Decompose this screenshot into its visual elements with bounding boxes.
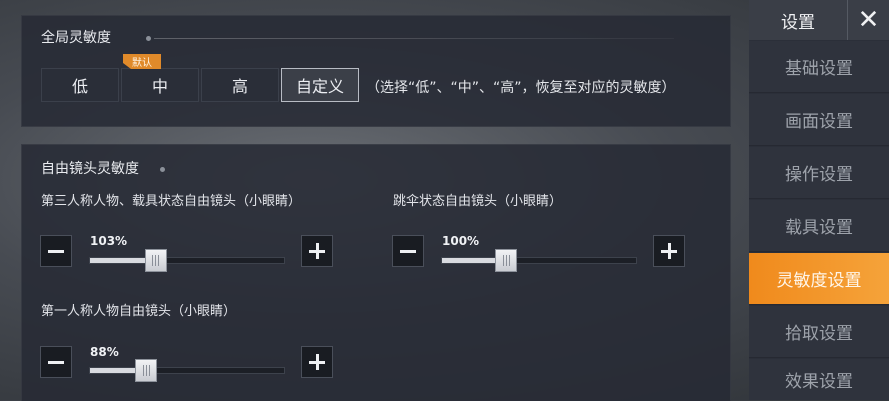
slider-thumb[interactable] bbox=[144, 249, 167, 272]
increase-button[interactable] bbox=[301, 346, 333, 378]
sensitivity-option-low[interactable]: 低 bbox=[41, 68, 119, 102]
slider-label-first-person: 第一人称人物自由镜头（小眼睛） bbox=[41, 304, 237, 319]
plus-icon-vertical bbox=[667, 243, 671, 259]
slider-track-first-person[interactable] bbox=[89, 359, 285, 382]
option-label: 中 bbox=[151, 77, 168, 96]
minus-icon bbox=[48, 360, 64, 364]
increase-button[interactable] bbox=[301, 235, 333, 267]
section-title-free-look: 自由镜头灵敏度 bbox=[41, 161, 139, 177]
sidebar-item-sensitivity[interactable]: 灵敏度设置 bbox=[749, 253, 889, 305]
global-sensitivity-panel: 全局灵敏度 低 中 默认 高 自定义 （选择“低”、“中”、“高”，恢复至对应的… bbox=[21, 15, 731, 127]
sidebar-item-vehicle[interactable]: 载具设置 bbox=[749, 200, 889, 252]
title-dot-icon bbox=[146, 36, 151, 41]
slider-value: 103% bbox=[90, 234, 128, 248]
minus-icon bbox=[400, 249, 416, 253]
option-label: 自定义 bbox=[295, 77, 344, 96]
decrease-button[interactable] bbox=[40, 235, 72, 267]
settings-sidebar: 设置 ✕ 基础设置 画面设置 操作设置 载具设置 灵敏度设置 拾取设置 效果设置 bbox=[749, 0, 889, 400]
title-divider bbox=[154, 38, 674, 39]
sidebar-item-graphics[interactable]: 画面设置 bbox=[749, 94, 889, 146]
minus-icon bbox=[48, 249, 64, 253]
section-title-global: 全局灵敏度 bbox=[41, 30, 111, 46]
slider-thumb[interactable] bbox=[495, 249, 518, 272]
sensitivity-hint: （选择“低”、“中”、“高”，恢复至对应的灵敏度） bbox=[366, 80, 676, 96]
sidebar-item-basic[interactable]: 基础设置 bbox=[749, 41, 889, 93]
slider-thumb[interactable] bbox=[135, 359, 158, 382]
plus-icon-vertical bbox=[315, 243, 319, 259]
sensitivity-option-custom[interactable]: 自定义 bbox=[281, 68, 359, 102]
sidebar-item-pickup[interactable]: 拾取设置 bbox=[749, 306, 889, 358]
option-label: 高 bbox=[231, 77, 248, 96]
free-look-panel: 自由镜头灵敏度 第三人称人物、载具状态自由镜头（小眼睛） 103% 跳伞状态自由… bbox=[21, 144, 731, 401]
close-icon: ✕ bbox=[857, 5, 880, 35]
title-dot-icon bbox=[160, 167, 165, 172]
sidebar-title: 设置 bbox=[781, 12, 815, 33]
sensitivity-option-high[interactable]: 高 bbox=[201, 68, 279, 102]
slider-label-parachute: 跳伞状态自由镜头（小眼睛） bbox=[393, 194, 563, 209]
sidebar-item-controls[interactable]: 操作设置 bbox=[749, 147, 889, 199]
decrease-button[interactable] bbox=[40, 346, 72, 378]
sidebar-header: 设置 ✕ bbox=[749, 0, 889, 40]
slider-label-third-person: 第三人称人物、载具状态自由镜头（小眼睛） bbox=[41, 194, 302, 209]
sidebar-item-effects[interactable]: 效果设置 bbox=[749, 359, 889, 400]
close-button[interactable]: ✕ bbox=[847, 0, 889, 40]
sensitivity-option-medium[interactable]: 中 bbox=[121, 68, 199, 102]
slider-track-third-person[interactable] bbox=[89, 249, 285, 272]
option-label: 低 bbox=[71, 77, 88, 96]
plus-icon-vertical bbox=[315, 354, 319, 370]
decrease-button[interactable] bbox=[392, 235, 424, 267]
increase-button[interactable] bbox=[653, 235, 685, 267]
slider-value: 88% bbox=[90, 345, 119, 359]
slider-value: 100% bbox=[442, 234, 480, 248]
default-badge: 默认 bbox=[123, 54, 161, 69]
slider-track-parachute[interactable] bbox=[441, 249, 637, 272]
